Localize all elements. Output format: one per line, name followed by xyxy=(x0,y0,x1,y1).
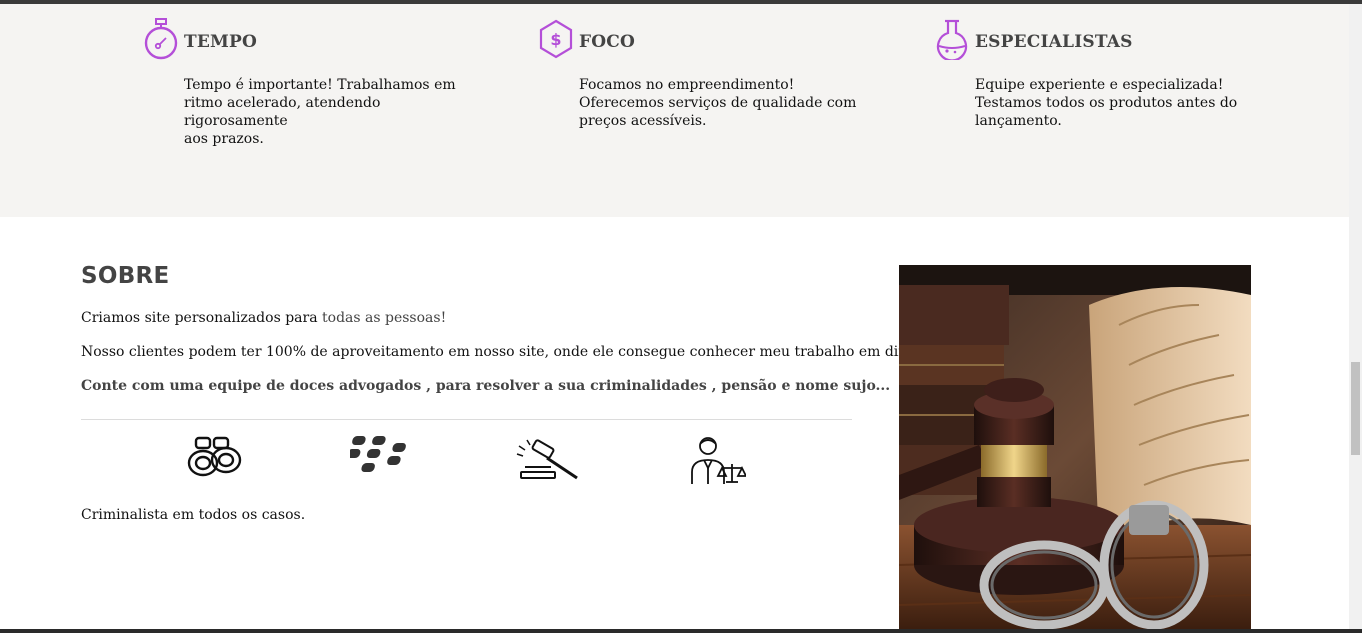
highlight-text: todas as pessoas! xyxy=(322,310,447,326)
feature-line: preços acessíveis. xyxy=(579,113,707,129)
paragraph-text: Criamos site personalizados para xyxy=(81,310,323,326)
feature-line: Oferecemos serviços de qualidade com xyxy=(579,95,857,111)
feature-description: Tempo é importante! Trabalhamos em ritmo… xyxy=(184,76,469,148)
lawyer-icon xyxy=(691,437,746,484)
feature-title: TEMPO xyxy=(184,32,258,52)
feature-description: Focamos no empreendimento! Oferecemos se… xyxy=(579,76,864,130)
feature-line: Equipe experiente e especializada! xyxy=(975,77,1224,93)
dollar-hexagon-icon: $ xyxy=(539,19,573,59)
about-paragraph-2: Nosso clientes podem ter 100% de aprovei… xyxy=(81,344,944,360)
flask-icon xyxy=(936,19,968,60)
svg-text:$: $ xyxy=(550,30,561,49)
stopwatch-icon xyxy=(144,18,178,60)
scrollbar-track[interactable] xyxy=(1349,4,1362,629)
feature-description: Equipe experiente e especializada! Testa… xyxy=(975,76,1260,130)
gavel-and-handcuffs-photo xyxy=(899,265,1251,631)
feature-line: Tempo é importante! Trabalhamos em xyxy=(184,77,456,93)
feature-line: Focamos no empreendimento! xyxy=(579,77,795,93)
browser-bottom-bar xyxy=(0,629,1362,633)
feature-line: Testamos todos os produtos antes do xyxy=(975,95,1238,111)
about-footer-text: Criminalista em todos os casos. xyxy=(81,507,306,523)
scrollbar-thumb[interactable] xyxy=(1351,362,1360,455)
feature-line: ritmo acelerado, atendendo rigorosamente xyxy=(184,95,381,129)
blackberry-icon xyxy=(350,436,406,472)
divider xyxy=(81,419,852,420)
gavel-icon xyxy=(516,439,578,480)
feature-line: aos prazos. xyxy=(184,131,264,147)
section-title: SOBRE xyxy=(81,263,170,289)
about-paragraph-3: Conte com uma equipe de doces advogados … xyxy=(81,378,891,394)
feature-title: ESPECIALISTAS xyxy=(975,32,1133,52)
feature-line: lançamento. xyxy=(975,113,1062,129)
about-paragraph-1: Criamos site personalizados para todas a… xyxy=(81,310,446,326)
handcuffs-icon xyxy=(187,436,242,477)
features-section: TEMPO Tempo é importante! Trabalhamos em… xyxy=(0,4,1349,217)
feature-title: FOCO xyxy=(579,32,636,52)
